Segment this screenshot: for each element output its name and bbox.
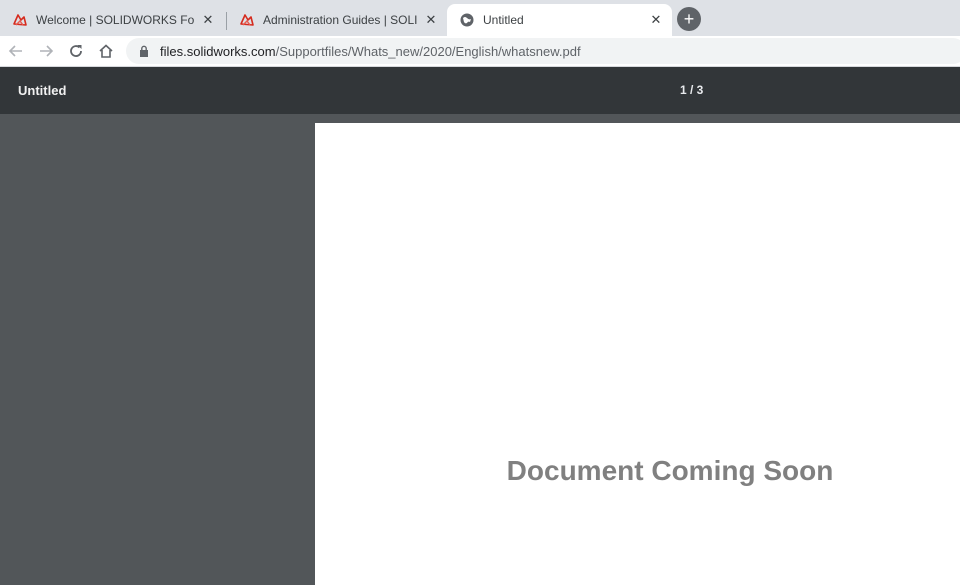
- back-button[interactable]: [4, 39, 28, 63]
- tab-title: Untitled: [483, 13, 524, 27]
- forward-arrow-icon: [40, 45, 54, 57]
- new-tab-button[interactable]: +: [677, 7, 701, 31]
- pdf-title: Untitled: [18, 83, 67, 98]
- tab-strip: Welcome | SOLIDWORKS Forums ✕ Administra…: [0, 0, 960, 36]
- tab-administration-guides[interactable]: Administration Guides | SOLIDWORKS ✕: [227, 4, 447, 36]
- page-indicator[interactable]: 1 / 3: [680, 83, 703, 97]
- reload-button[interactable]: [64, 39, 88, 63]
- globe-icon: [459, 12, 475, 28]
- home-icon: [99, 44, 113, 58]
- url-path: /Supportfiles/Whats_new/2020/English/wha…: [275, 43, 581, 59]
- url-text[interactable]: files.solidworks.com/Supportfiles/Whats_…: [160, 44, 581, 59]
- browser-toolbar: files.solidworks.com/Supportfiles/Whats_…: [0, 36, 960, 67]
- tab-solidworks-forums[interactable]: Welcome | SOLIDWORKS Forums ✕: [0, 4, 224, 36]
- tab-untitled[interactable]: Untitled ✕: [447, 4, 672, 36]
- reload-icon: [70, 45, 82, 57]
- url-host: files.solidworks.com: [160, 43, 276, 59]
- pdf-viewer-area[interactable]: Document Coming Soon: [0, 114, 960, 585]
- close-icon[interactable]: ✕: [648, 12, 664, 28]
- solidworks-logo-icon: [239, 12, 255, 28]
- lock-icon[interactable]: [136, 43, 152, 59]
- forward-button[interactable]: [34, 39, 58, 63]
- home-button[interactable]: [94, 39, 118, 63]
- tab-title: Welcome | SOLIDWORKS Forums: [36, 13, 194, 27]
- pdf-page: Document Coming Soon: [315, 123, 960, 585]
- address-bar[interactable]: files.solidworks.com/Supportfiles/Whats_…: [126, 38, 960, 64]
- page-heading: Document Coming Soon: [506, 455, 834, 486]
- solidworks-logo-icon: [12, 12, 28, 28]
- back-arrow-icon: [8, 45, 22, 57]
- close-icon[interactable]: ✕: [200, 12, 216, 28]
- tab-title: Administration Guides | SOLIDWORKS: [263, 13, 417, 27]
- pdf-viewer-toolbar: Untitled 1 / 3: [0, 67, 960, 114]
- close-icon[interactable]: ✕: [423, 12, 439, 28]
